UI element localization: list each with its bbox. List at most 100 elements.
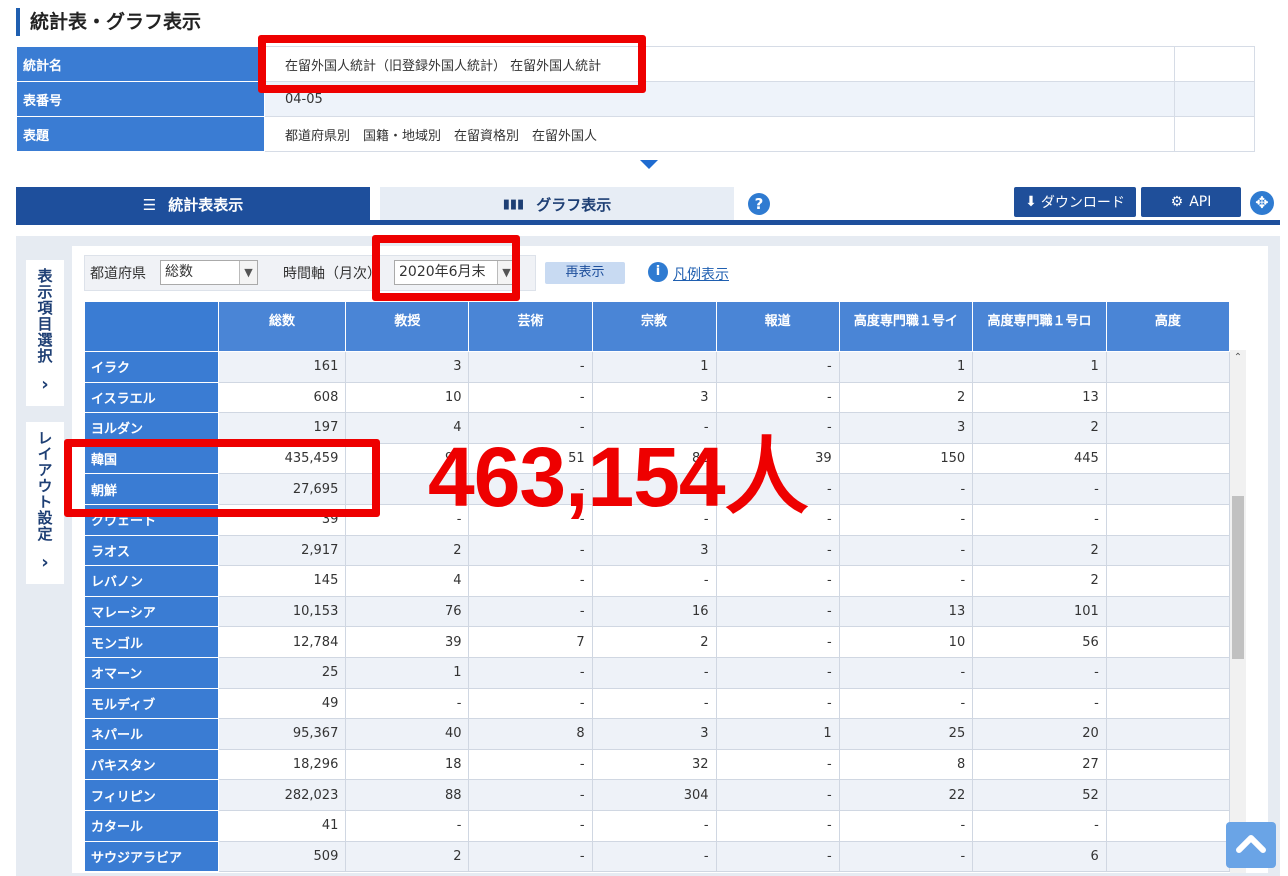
table-cell bbox=[1105, 718, 1230, 750]
table-cell: 2,917 bbox=[217, 534, 347, 567]
table-row: パキスタン 18,296 18-32-8 27 bbox=[84, 748, 1230, 781]
table-cell: - bbox=[468, 595, 593, 628]
fullscreen-icon[interactable]: ✥ bbox=[1250, 191, 1274, 215]
table-cell: - bbox=[972, 473, 1107, 505]
table-cell: - bbox=[715, 595, 840, 628]
row-header: パキスタン bbox=[84, 748, 219, 781]
table-cell bbox=[1105, 534, 1230, 567]
table-cell: - bbox=[715, 687, 840, 720]
legend-link[interactable]: 凡例表示 bbox=[673, 264, 729, 284]
api-button[interactable]: ⚙ API bbox=[1141, 187, 1241, 217]
table-cell: 2 bbox=[838, 381, 974, 414]
table-cell: - bbox=[972, 687, 1107, 720]
side-tab-item-select[interactable]: 表示項目選択 › bbox=[26, 260, 64, 406]
tab-label: 統計表表示 bbox=[168, 196, 244, 214]
table-cell: 16 bbox=[591, 595, 717, 628]
expand-caret-icon[interactable] bbox=[640, 160, 658, 169]
tab-table-view[interactable]: ☰ 統計表表示 bbox=[16, 187, 370, 222]
column-header[interactable]: 芸術 bbox=[468, 301, 593, 352]
column-header[interactable]: 教授 bbox=[345, 301, 470, 352]
column-header[interactable]: 宗教 bbox=[591, 301, 717, 352]
row-header: カタール bbox=[84, 809, 219, 842]
table-cell: - bbox=[591, 687, 717, 720]
table-row: マレーシア 10,153 76-16-13 101 bbox=[84, 595, 1230, 628]
info-row-table-title: 表題 都道府県別 国籍・地域別 在留資格別 在留外国人 bbox=[16, 116, 1255, 152]
chevron-right-icon: › bbox=[41, 552, 49, 573]
tab-label: グラフ表示 bbox=[536, 196, 612, 214]
table-cell: 8 bbox=[468, 718, 593, 750]
chevron-right-icon: › bbox=[41, 374, 49, 395]
download-button[interactable]: ⬇ ダウンロード bbox=[1014, 187, 1136, 217]
download-icon: ⬇ bbox=[1025, 194, 1037, 210]
table-cell: 18,296 bbox=[217, 748, 347, 781]
annotation-box-korea bbox=[64, 439, 380, 517]
table-row: フィリピン 282,023 88-304-22 52 bbox=[84, 779, 1230, 811]
api-label: API bbox=[1189, 194, 1212, 210]
table-cell: - bbox=[715, 809, 840, 842]
table-cell: - bbox=[591, 840, 717, 873]
table-cell: 150 bbox=[838, 442, 974, 475]
table-cell: 2 bbox=[972, 534, 1107, 567]
table-cell: 4 bbox=[345, 565, 470, 597]
row-header: モルディブ bbox=[84, 687, 219, 720]
tab-underline bbox=[16, 220, 1280, 225]
annotation-box-time bbox=[372, 235, 520, 301]
table-row: ラオス 2,917 2-3- -2 bbox=[84, 534, 1230, 567]
column-header[interactable]: 総数 bbox=[217, 301, 347, 352]
bar-chart-icon: ▮▮▮ bbox=[502, 197, 525, 212]
column-header[interactable]: 高度専門職１号イ bbox=[838, 301, 974, 352]
table-cell: - bbox=[591, 809, 717, 842]
table-cell bbox=[1105, 412, 1230, 444]
info-extra-cell bbox=[1174, 116, 1255, 152]
row-header: モンゴル bbox=[84, 626, 219, 658]
table-row: カタール 41- - - - - - bbox=[84, 809, 1230, 842]
table-row: サウジアラビア 509 2- - - -6 bbox=[84, 840, 1230, 873]
table-row: レバノン 145 4- - - -2 bbox=[84, 565, 1230, 597]
column-header[interactable]: 高度 bbox=[1105, 301, 1230, 352]
table-cell: 40 bbox=[345, 718, 470, 750]
table-row: モンゴル 12,784 39 7 2-10 56 bbox=[84, 626, 1230, 658]
row-header: マレーシア bbox=[84, 595, 219, 628]
table-cell: 101 bbox=[972, 595, 1107, 628]
table-cell bbox=[1105, 473, 1230, 505]
table-cell bbox=[1105, 381, 1230, 414]
row-header: オマーン bbox=[84, 656, 219, 689]
side-tab-layout[interactable]: レイアウト設定 › bbox=[26, 422, 64, 584]
data-table: 総数 教授 芸術 宗教 報道 高度専門職１号イ 高度専門職１号ロ 高度 イラク 161 3-1-1… bbox=[84, 301, 1230, 873]
table-cell: - bbox=[715, 656, 840, 689]
table-cell: - bbox=[468, 840, 593, 873]
column-header[interactable]: 報道 bbox=[715, 301, 840, 352]
tab-graph-view[interactable]: ▮▮▮ グラフ表示 bbox=[380, 187, 734, 222]
table-cell: - bbox=[972, 809, 1107, 842]
table-cell: - bbox=[345, 687, 470, 720]
table-cell: 3 bbox=[591, 381, 717, 414]
table-cell: 304 bbox=[591, 779, 717, 811]
download-label: ダウンロード bbox=[1040, 195, 1125, 211]
table-cell: - bbox=[715, 748, 840, 781]
refresh-button[interactable]: 再表示 bbox=[545, 262, 625, 284]
table-cell: 7 bbox=[468, 626, 593, 658]
scrollbar-thumb[interactable] bbox=[1232, 496, 1244, 659]
table-cell: 41 bbox=[217, 809, 347, 842]
table-cell: 76 bbox=[345, 595, 470, 628]
table-cell: 1 bbox=[345, 656, 470, 689]
info-value: 都道府県別 国籍・地域別 在留資格別 在留外国人 bbox=[264, 116, 1175, 152]
table-row: イスラエル 608 10-3-2 13 bbox=[84, 381, 1230, 414]
table-cell: - bbox=[838, 534, 974, 567]
table-cell: 3 bbox=[591, 718, 717, 750]
table-cell: - bbox=[972, 656, 1107, 689]
prefecture-select[interactable]: 総数 ▼ bbox=[160, 260, 258, 285]
table-cell: 3 bbox=[591, 534, 717, 567]
help-icon[interactable]: ? bbox=[748, 193, 770, 215]
list-icon: ☰ bbox=[142, 195, 157, 214]
table-cell: - bbox=[838, 503, 974, 536]
column-header[interactable]: 高度専門職１号ロ bbox=[972, 301, 1107, 352]
row-header: イラク bbox=[84, 351, 219, 383]
table-cell: - bbox=[468, 381, 593, 414]
row-header: フィリピン bbox=[84, 779, 219, 811]
table-cell: 39 bbox=[345, 626, 470, 658]
scroll-up-icon[interactable]: ⌃ bbox=[1232, 352, 1244, 363]
info-icon: i bbox=[648, 262, 668, 282]
back-to-top-button[interactable] bbox=[1226, 822, 1276, 868]
table-cell: 509 bbox=[217, 840, 347, 873]
